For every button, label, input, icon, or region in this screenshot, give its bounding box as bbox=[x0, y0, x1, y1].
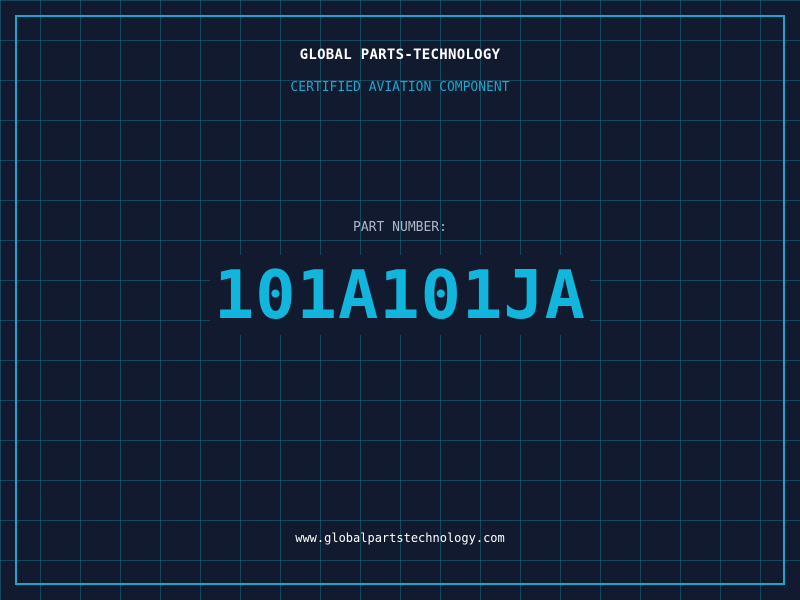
part-number-container: 101A101JA bbox=[0, 255, 800, 335]
certification-subtitle: CERTIFIED AVIATION COMPONENT bbox=[290, 80, 510, 95]
part-number-label: PART NUMBER: bbox=[353, 220, 447, 235]
website-url: www.globalpartstechnology.com bbox=[295, 531, 505, 545]
company-name: GLOBAL PARTS-TECHNOLOGY bbox=[299, 47, 501, 63]
part-number-value: 101A101JA bbox=[209, 255, 591, 335]
certificate-page: { "header": { "company_name": "GLOBAL PA… bbox=[0, 0, 800, 600]
